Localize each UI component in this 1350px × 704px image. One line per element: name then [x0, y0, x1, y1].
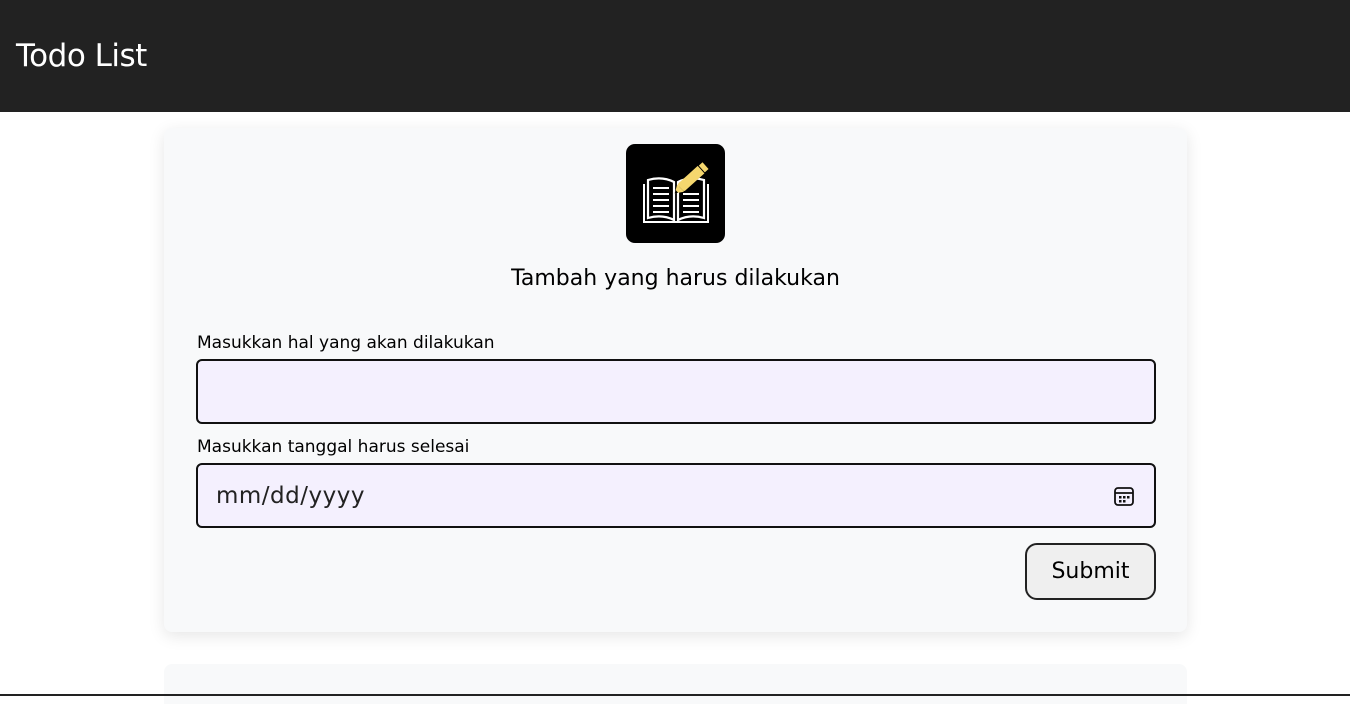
date-label: Masukkan tanggal harus selesai [197, 437, 470, 457]
add-todo-card: Tambah yang harus dilakukan Masukkan hal… [164, 128, 1187, 632]
todo-label: Masukkan hal yang akan dilakukan [197, 333, 495, 353]
app-header: Todo List [0, 0, 1350, 112]
submit-button[interactable]: Submit [1025, 543, 1156, 600]
date-placeholder: mm/dd/yyyy [216, 482, 365, 509]
open-book-pencil-icon [626, 144, 725, 243]
form-title: Tambah yang harus dilakukan [511, 266, 840, 291]
todo-input[interactable] [196, 359, 1156, 424]
date-input[interactable]: mm/dd/yyyy [196, 463, 1156, 528]
todo-list-card [164, 664, 1187, 704]
calendar-icon[interactable] [1112, 484, 1136, 508]
app-title: Todo List [16, 38, 147, 74]
